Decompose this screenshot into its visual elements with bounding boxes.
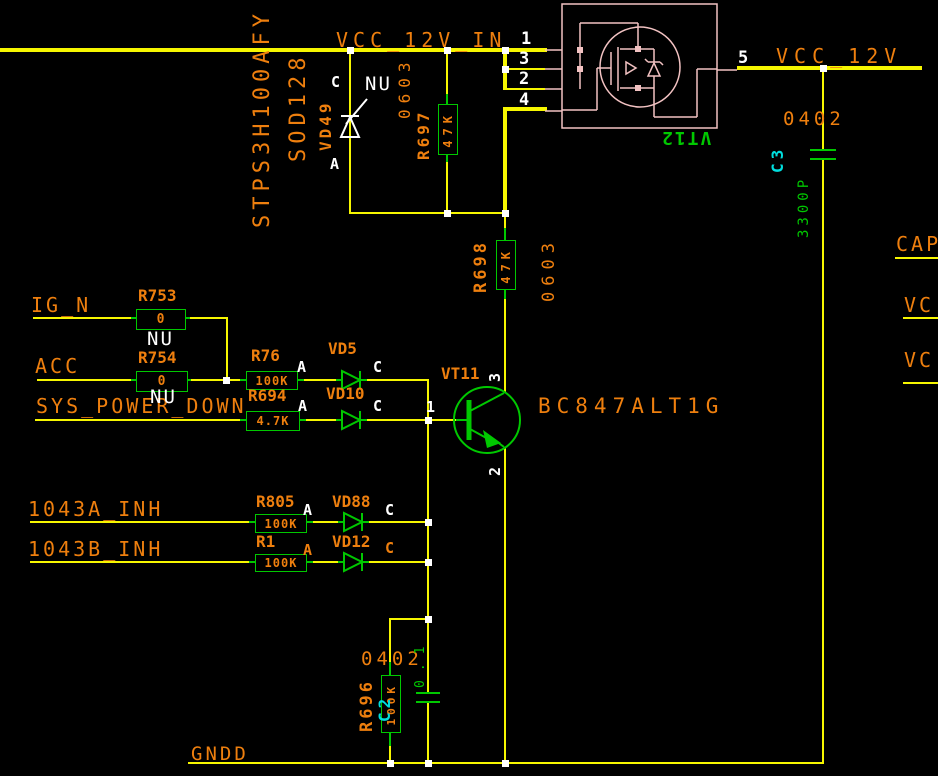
vd5-anode-label: A — [297, 360, 306, 375]
vt12-pin3: 3 — [519, 51, 529, 68]
r753-nu-note: NU — [147, 330, 174, 349]
r697-package: 0603 — [397, 53, 413, 119]
vd49-diode-symbol[interactable] — [341, 99, 367, 137]
r754-refdes[interactable]: R754 — [138, 350, 177, 366]
r698-package: 0603 — [541, 228, 558, 302]
vt11-part-number[interactable]: BC847ALT1G — [538, 396, 724, 417]
vt12-mosfet-symbol[interactable] — [545, 4, 737, 128]
net-label-vcc-12v-in[interactable]: VCC_12V_IN — [336, 30, 506, 50]
r805-value: 100K — [265, 517, 298, 531]
schematic-canvas: 0 0 100K 4.7K 100K 100K 47K 47K 100K VCC… — [0, 0, 938, 776]
junction-dot — [444, 210, 451, 217]
junction-dot — [502, 760, 509, 767]
r805-resistor-body[interactable]: 100K — [255, 514, 307, 533]
net-label-sys-power-down[interactable]: SYS_POWER_DOWN — [36, 396, 247, 416]
junction-dot — [425, 417, 432, 424]
vt11-pin-collector: 3 — [488, 362, 503, 382]
vd10-cathode-label: C — [373, 399, 382, 414]
vd12-anode-label: A — [303, 543, 312, 558]
r754-nu-note: NU — [150, 388, 177, 407]
junction-dot — [502, 210, 509, 217]
r753-resistor-body[interactable]: 0 — [136, 309, 186, 330]
r698-value: 47K — [499, 247, 513, 284]
r76-refdes[interactable]: R76 — [251, 348, 280, 364]
vd49-anode-label: A — [330, 157, 339, 172]
r1-value: 100K — [265, 556, 298, 570]
vt11-pin-emitter: 2 — [488, 456, 503, 476]
r805-refdes[interactable]: R805 — [256, 494, 295, 510]
net-label-vc-cut-2[interactable]: VC — [904, 350, 934, 370]
junction-dot — [425, 760, 432, 767]
r753-value: 0 — [157, 312, 166, 327]
vd49-package[interactable]: SOD128 — [288, 50, 310, 162]
net-label-1043b-inh[interactable]: 1043B_INH — [28, 539, 163, 559]
c2-value: 0.1 — [414, 628, 427, 688]
vd10-diode-symbol[interactable] — [336, 411, 367, 429]
c2-refdes[interactable]: C2 — [377, 680, 393, 722]
vd49-part-number[interactable]: STPS3H100AFY — [252, 2, 274, 228]
r694-resistor-body[interactable]: 4.7K — [246, 411, 300, 431]
vt12-pin1: 1 — [521, 31, 531, 48]
c3-refdes[interactable]: C3 — [770, 139, 786, 173]
vd10-anode-label: A — [298, 399, 307, 414]
vt11-refdes[interactable]: VT11 — [441, 366, 480, 382]
r696-refdes[interactable]: R696 — [359, 672, 376, 732]
junction-dot — [502, 66, 509, 73]
vt11-pin-base: 1 — [426, 400, 435, 415]
junction-dot — [425, 559, 432, 566]
vd12-refdes[interactable]: VD12 — [332, 534, 371, 550]
r697-value: 47K — [441, 111, 455, 148]
vd49-cathode-label: C — [331, 75, 340, 90]
r1-refdes[interactable]: R1 — [256, 534, 275, 550]
r697-refdes[interactable]: R697 — [416, 102, 432, 160]
vd5-cathode-label: C — [373, 360, 382, 375]
c3-value: 3300P — [797, 172, 811, 238]
net-label-acc[interactable]: ACC — [35, 356, 80, 376]
vd5-refdes[interactable]: VD5 — [328, 341, 357, 357]
vt12-pin4: 4 — [519, 92, 529, 109]
net-label-vcc-12v[interactable]: VCC_12V — [776, 46, 902, 66]
vd88-diode-symbol[interactable] — [338, 513, 369, 531]
vt12-refdes[interactable]: VT12 — [660, 128, 711, 146]
r694-value: 4.7K — [257, 414, 290, 428]
c3-capacitor-symbol[interactable] — [810, 150, 836, 159]
vd88-refdes[interactable]: VD88 — [332, 494, 371, 510]
vd88-cathode-label: C — [385, 503, 394, 518]
vt12-pin5: 5 — [738, 50, 748, 67]
vd12-diode-symbol[interactable] — [338, 553, 369, 571]
r753-refdes[interactable]: R753 — [138, 288, 177, 304]
net-label-ig-n[interactable]: IG_N — [31, 295, 91, 315]
vd12-cathode-label: C — [385, 541, 394, 556]
r694-refdes[interactable]: R694 — [248, 388, 287, 404]
vt12-pin2: 2 — [519, 71, 529, 88]
vd10-refdes[interactable]: VD10 — [326, 386, 365, 402]
net-label-vc-cut-1[interactable]: VC — [904, 295, 934, 315]
r697-resistor-body[interactable]: 47K — [438, 104, 458, 155]
junction-dot — [223, 377, 230, 384]
vd49-nu-note: NU — [365, 75, 392, 94]
net-label-cap-cut[interactable]: CAP — [896, 234, 938, 254]
c2-capacitor-symbol[interactable] — [416, 693, 440, 702]
junction-dot — [425, 616, 432, 623]
r698-resistor-body[interactable]: 47K — [496, 240, 516, 290]
net-label-gndd[interactable]: GNDD — [191, 745, 249, 764]
vd49-refdes[interactable]: VD49 — [318, 93, 334, 151]
vd88-anode-label: A — [303, 503, 312, 518]
c3-package: 0402 — [783, 110, 845, 129]
junction-dot — [387, 760, 394, 767]
vt11-transistor-symbol[interactable] — [454, 387, 520, 453]
net-label-1043a-inh[interactable]: 1043A_INH — [28, 499, 163, 519]
r698-refdes[interactable]: R698 — [473, 239, 490, 293]
r1-resistor-body[interactable]: 100K — [255, 554, 307, 572]
junction-dot — [425, 519, 432, 526]
